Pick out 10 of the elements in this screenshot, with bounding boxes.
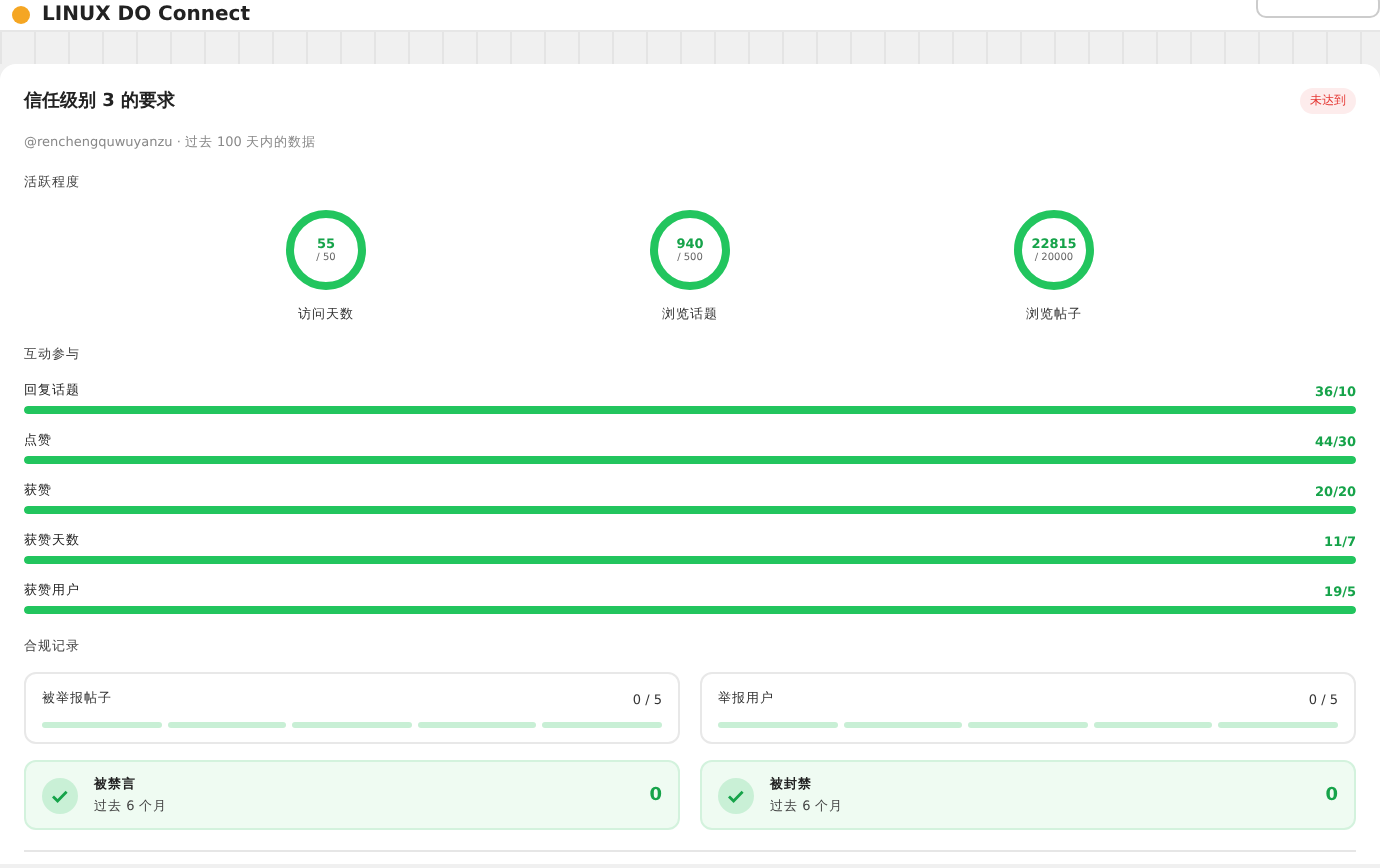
- card-title: 信任级别 3 的要求: [24, 88, 176, 114]
- logo-icon: [12, 6, 30, 24]
- check-icon: [42, 777, 78, 813]
- check-icon: [718, 777, 754, 813]
- progress-ring: [646, 206, 734, 294]
- penalty-count: 0: [1325, 785, 1338, 805]
- app-title: LINUX DO Connect: [42, 3, 250, 27]
- progress-ring: [282, 206, 370, 294]
- penalty-count: 0: [649, 785, 662, 805]
- progress-ring: [1010, 206, 1098, 294]
